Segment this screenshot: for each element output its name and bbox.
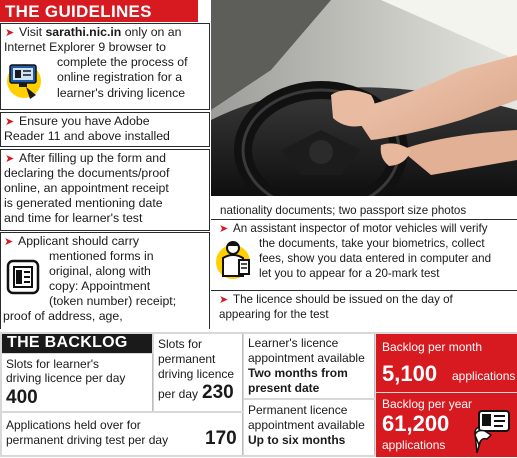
item5-line1: An assistant inspector of motor vehicles… — [233, 222, 488, 235]
guideline-item-1: ➤ Visit sarathi.nic.in only on an Intern… — [0, 23, 210, 110]
guideline-item-6: ➤ The licence should be issued on the da… — [211, 291, 517, 329]
slots-permanent-line3: driving licence — [158, 367, 235, 381]
item4-line1: Applicant should carry — [18, 234, 139, 248]
learner-appt-line2: appointment available — [248, 351, 365, 365]
learner-appt-line1: Learner's licence — [248, 336, 339, 350]
item1-line5: learner's driving licence — [57, 86, 186, 100]
item3-line5: and time for learner's test — [4, 211, 143, 225]
held-over-cell: Applications held over for permanent dri… — [2, 413, 243, 455]
item4-line5: (token number) receipt; — [49, 294, 177, 308]
slots-permanent-line4: per day — [158, 387, 199, 401]
inspector-icon — [215, 236, 255, 282]
item3-line3: online, an appointment receipt — [4, 181, 169, 195]
slots-permanent-value: 230 — [202, 382, 234, 403]
item1-line1-post: only on an — [121, 25, 182, 39]
bullet-arrow-icon: ➤ — [219, 294, 229, 306]
slots-learner-line1: Slots for learner's — [6, 357, 99, 371]
guidelines-header: THE GUIDELINES — [0, 0, 198, 22]
item6-line2: appearing for the test — [219, 308, 329, 321]
per-year-unit: applications — [382, 438, 446, 452]
computer-form-icon — [6, 57, 42, 101]
bullet-arrow-icon: ➤ — [5, 153, 15, 165]
slots-learner-value: 400 — [6, 387, 38, 408]
license-card-icon — [467, 405, 513, 454]
backlog-title: THE BACKLOG — [7, 334, 128, 351]
permanent-appt-bold: Up to six months — [248, 433, 346, 447]
per-month-unit: applications — [452, 369, 516, 383]
slots-permanent-line2: permanent — [158, 352, 216, 366]
document-icon — [6, 259, 40, 295]
item5-line2: the documents, take your biometrics, col… — [259, 237, 485, 250]
slots-learner-line2: driving licence per day — [6, 371, 126, 385]
item5-line4: let you to appear for a 20-mark test — [259, 267, 440, 280]
item4-line4: copy: Appointment — [49, 279, 151, 293]
driver-photo-illustration — [211, 0, 517, 196]
bullet-arrow-icon: ➤ — [4, 236, 14, 248]
item4-line6: proof of address, age, — [3, 309, 123, 323]
item4-line3: original, along with — [49, 264, 151, 278]
permanent-appt-line1: Permanent licence — [248, 403, 348, 417]
item1-line1-pre: Visit — [19, 25, 46, 39]
learner-appointment-cell: Learner's licence appointment available … — [244, 334, 375, 398]
item5-line3: fees, show you data entered in computer … — [259, 252, 492, 265]
held-over-value: 170 — [205, 428, 237, 449]
slots-learner-cell: Slots for learner's driving licence per … — [2, 354, 153, 411]
slots-permanent-line1: Slots for — [158, 337, 203, 351]
bullet-arrow-icon: ➤ — [219, 223, 229, 235]
backlog-per-year-cell: Backlog per year 61,200 applications — [376, 393, 517, 457]
item3-line1: After filling up the form and — [19, 151, 166, 165]
item1-line4: online registration for a — [57, 70, 183, 84]
item3-line4: is generated mentioning date — [4, 196, 163, 210]
item1-line2: Internet Explorer 9 browser to — [4, 40, 166, 54]
sarathi-link[interactable]: sarathi.nic.in — [45, 25, 121, 39]
bullet-arrow-icon: ➤ — [5, 27, 15, 39]
guideline-item-5: ➤ An assistant inspector of motor vehicl… — [211, 220, 517, 288]
item1-line3: complete the process of — [57, 55, 188, 69]
per-year-label: Backlog per year — [382, 397, 473, 411]
slots-permanent-cell: Slots for permanent driving licence per … — [154, 334, 243, 411]
item2-line2: Reader 11 and above installed — [4, 129, 170, 143]
guideline-item-2: ➤ Ensure you have Adobe Reader 11 and ab… — [0, 112, 210, 147]
backlog-per-month-cell: Backlog per month 5,100 applications — [376, 334, 517, 392]
permanent-appt-line2: appointment available — [248, 418, 365, 432]
item2-line1: Ensure you have Adobe — [19, 114, 150, 128]
held-over-line2: permanent driving test per day — [6, 433, 169, 447]
item4-continuation: nationality documents; two passport size… — [220, 204, 467, 217]
item4-line2: mentioned forms in — [49, 249, 154, 263]
backlog-header: THE BACKLOG — [2, 334, 152, 353]
driving-photo — [211, 0, 517, 196]
held-over-line1: Applications held over for — [6, 418, 141, 432]
guidelines-title: THE GUIDELINES — [5, 2, 152, 21]
permanent-appointment-cell: Permanent licence appointment available … — [244, 400, 375, 455]
learner-appt-bold1: Two months from — [248, 366, 348, 380]
learner-appt-bold2: present date — [248, 381, 320, 395]
per-month-value: 5,100 — [382, 361, 438, 386]
item3-line2: declaring the documents/proof — [4, 166, 170, 180]
item6-line1: The licence should be issued on the day … — [233, 293, 453, 306]
guideline-item-3: ➤ After filling up the form and declarin… — [0, 149, 210, 231]
per-month-label: Backlog per month — [382, 340, 483, 354]
per-year-value: 61,200 — [382, 411, 450, 436]
bullet-arrow-icon: ➤ — [5, 116, 15, 128]
